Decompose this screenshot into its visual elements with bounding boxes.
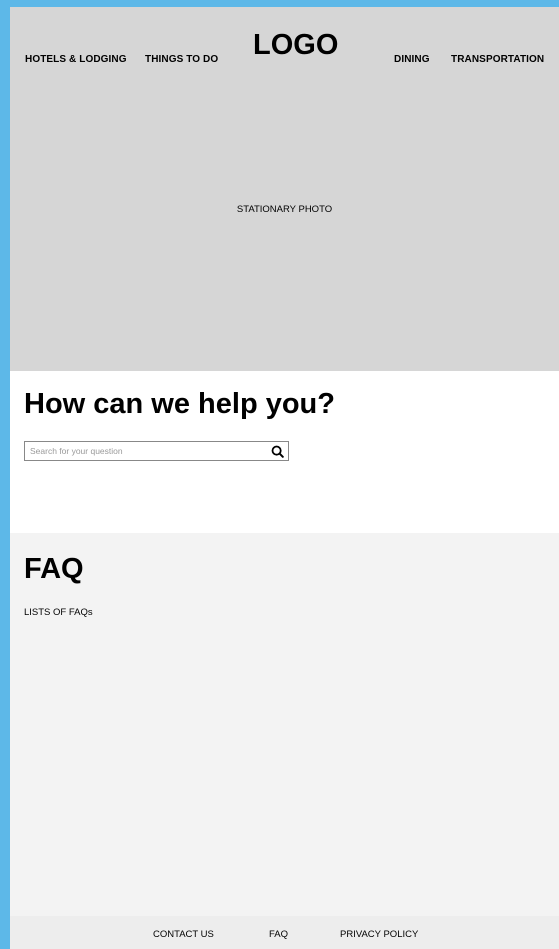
footer-privacy-policy[interactable]: PRIVACY POLICY <box>340 929 418 940</box>
search-icon <box>271 445 284 458</box>
help-title: How can we help you? <box>24 388 335 420</box>
search-button[interactable] <box>266 442 288 460</box>
footer-faq[interactable]: FAQ <box>269 929 288 940</box>
faq-title: FAQ <box>24 553 84 585</box>
nav-hotels-lodging[interactable]: HOTELS & LODGING <box>25 54 127 65</box>
page: HOTELS & LODGING THINGS TO DO LOGO DININ… <box>10 7 559 949</box>
search-box <box>24 441 289 461</box>
search-input[interactable] <box>25 442 266 460</box>
nav-transportation[interactable]: TRANSPORTATION <box>451 54 544 65</box>
nav-things-to-do[interactable]: THINGS TO DO <box>145 54 218 65</box>
footer: CONTACT US FAQ PRIVACY POLICY <box>10 916 559 949</box>
hero-photo-caption: STATIONARY PHOTO <box>236 204 333 215</box>
nav-dining[interactable]: DINING <box>394 54 430 65</box>
faq-list: LISTS OF FAQs <box>24 607 93 618</box>
faq-section: FAQ LISTS OF FAQs <box>10 533 559 949</box>
footer-contact-us[interactable]: CONTACT US <box>153 929 214 940</box>
hero-section: HOTELS & LODGING THINGS TO DO LOGO DININ… <box>10 7 559 371</box>
logo[interactable]: LOGO <box>253 29 338 62</box>
